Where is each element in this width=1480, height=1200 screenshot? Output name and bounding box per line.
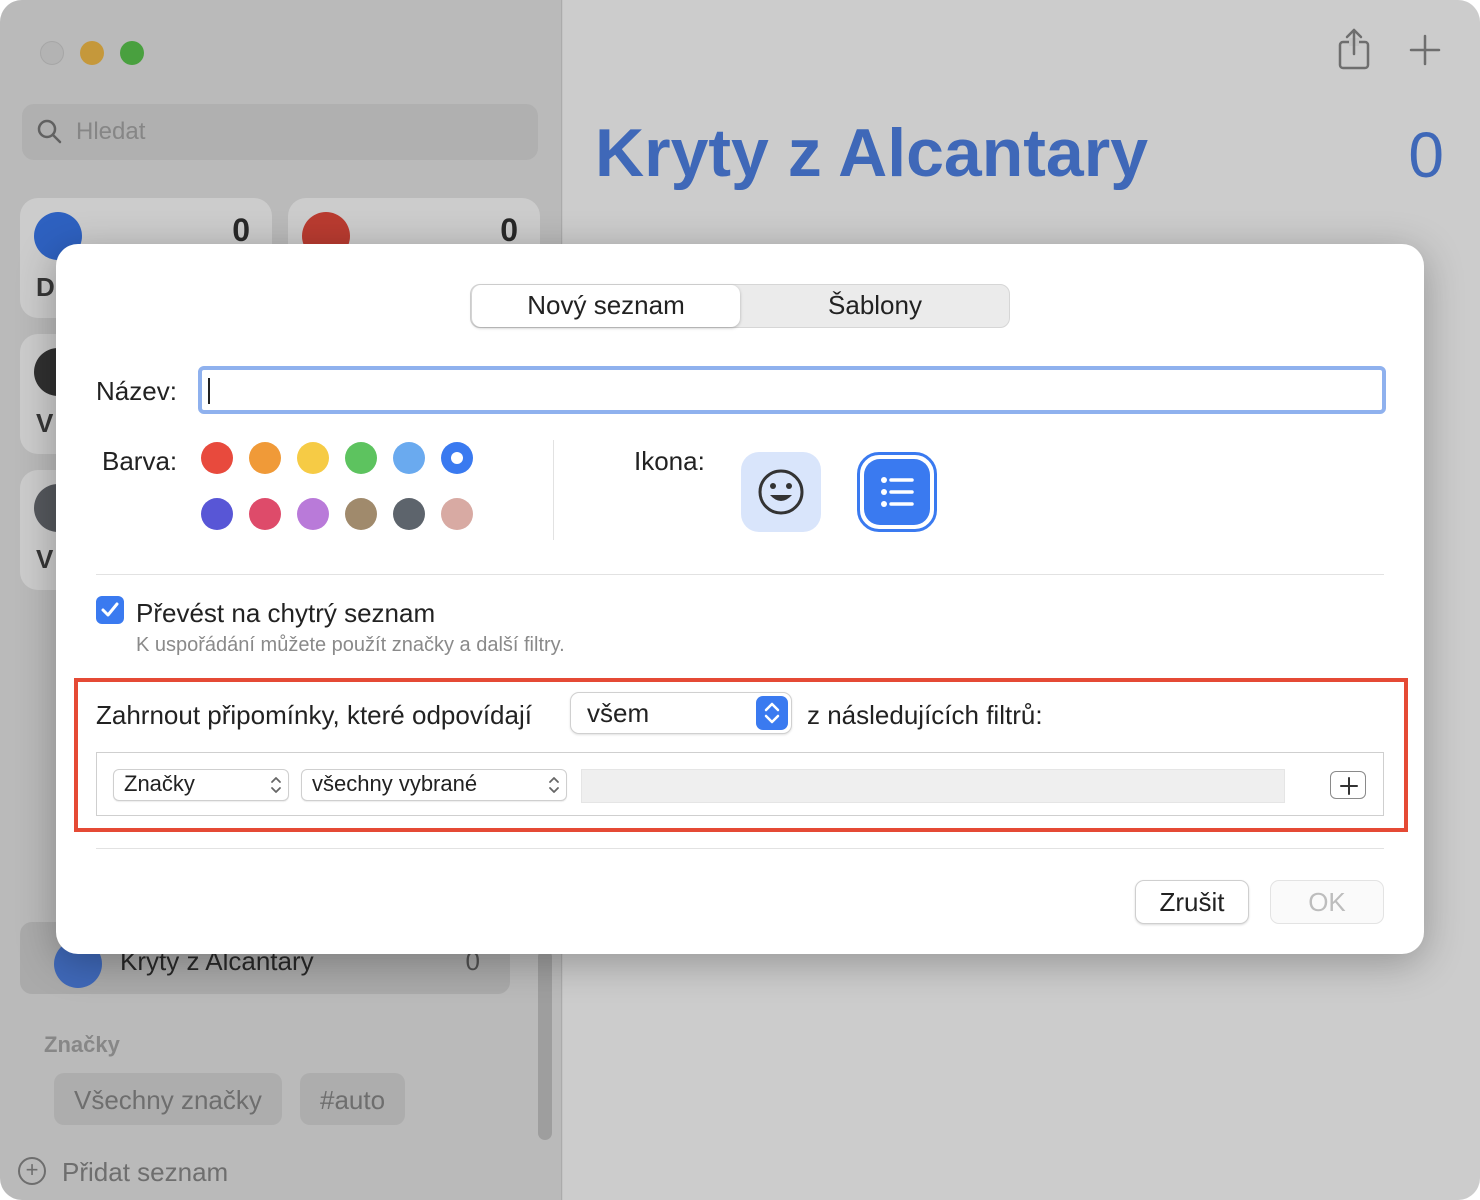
color-swatch[interactable]	[441, 442, 473, 474]
color-label: Barva:	[102, 446, 178, 476]
emoji-icon-option[interactable]	[741, 452, 821, 532]
color-swatch[interactable]	[345, 498, 377, 530]
tab-new-list[interactable]: Nový seznam	[472, 285, 740, 327]
tab-templates[interactable]: Šablony	[741, 285, 1009, 327]
color-swatch[interactable]	[393, 498, 425, 530]
reminders-window: Hledat 0 D 0 V V Kryty z Alcantary 0 Zna…	[0, 0, 1480, 1200]
smart-list-checkbox[interactable]	[96, 596, 124, 624]
smart-list-checkbox-label: Převést na chytrý seznam	[136, 598, 436, 628]
section-divider	[96, 574, 1384, 575]
section-divider	[96, 848, 1384, 849]
name-label: Název:	[96, 376, 177, 406]
vertical-divider	[553, 440, 554, 540]
color-swatch[interactable]	[297, 498, 329, 530]
annotation-highlight-box	[74, 678, 1408, 832]
color-swatch[interactable]	[441, 498, 473, 530]
color-swatch[interactable]	[393, 442, 425, 474]
color-swatch[interactable]	[201, 442, 233, 474]
list-bullet-icon	[864, 459, 930, 525]
icon-label: Ikona:	[634, 446, 705, 476]
cancel-button[interactable]: Zrušit	[1135, 880, 1249, 924]
color-swatch[interactable]	[201, 498, 233, 530]
text-caret	[208, 378, 210, 404]
name-input[interactable]	[198, 366, 1386, 414]
color-swatch[interactable]	[249, 498, 281, 530]
smart-list-description: K uspořádání můžete použít značky a dalš…	[136, 634, 565, 656]
new-list-dialog: Nový seznam Šablony Název: Barva: Ikona:	[56, 244, 1424, 954]
color-swatch[interactable]	[297, 442, 329, 474]
ok-button[interactable]: OK	[1270, 880, 1384, 924]
tab-segmented-control: Nový seznam Šablony	[470, 284, 1010, 328]
color-swatch[interactable]	[345, 442, 377, 474]
checkmark-icon	[101, 602, 119, 617]
smiley-face-icon	[758, 469, 804, 515]
list-icon-option-selected[interactable]	[857, 452, 937, 532]
color-swatch[interactable]	[249, 442, 281, 474]
